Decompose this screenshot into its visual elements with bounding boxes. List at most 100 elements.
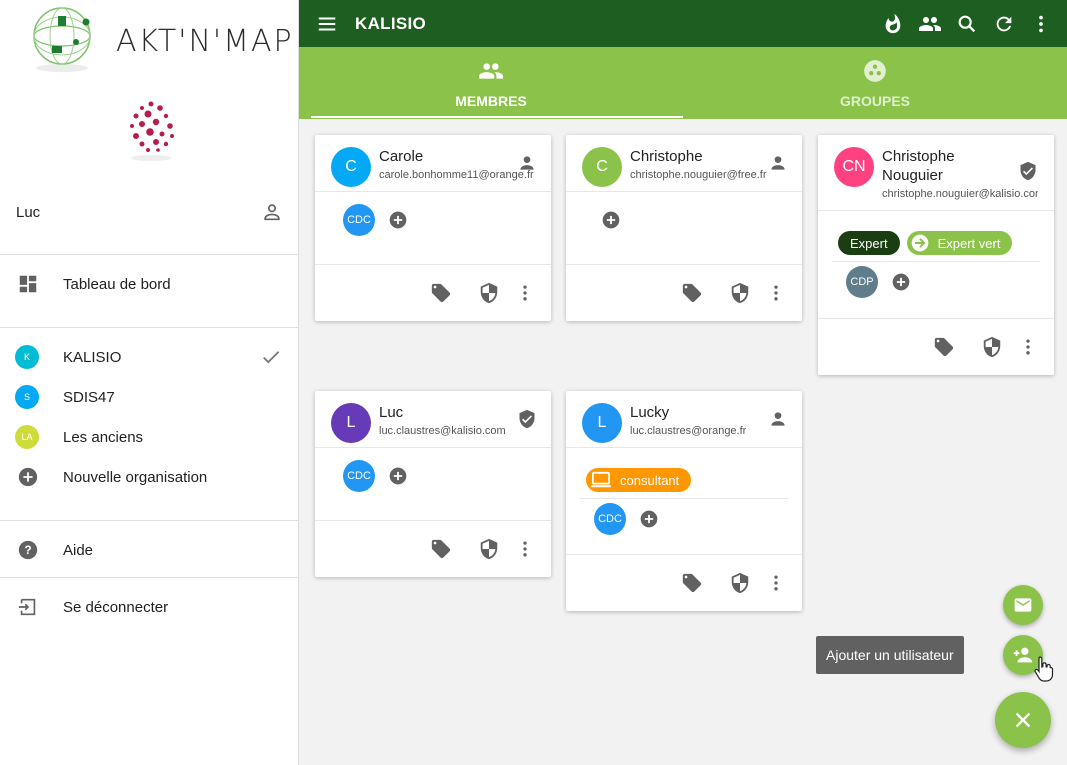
- member-card: CN Christophe Nouguier christophe.nougui…: [818, 135, 1054, 375]
- menu-item-new-organisation[interactable]: Nouvelle organisation: [0, 457, 299, 497]
- invite-by-email-button[interactable]: [1003, 585, 1043, 625]
- org-avatar: LA: [15, 425, 39, 449]
- more-vert-icon[interactable]: [1016, 337, 1040, 357]
- shield-icon[interactable]: [465, 538, 513, 560]
- add-group-icon[interactable]: [388, 466, 408, 486]
- people-icon[interactable]: [911, 12, 948, 36]
- shield-icon[interactable]: [968, 336, 1016, 358]
- dashboard-icon: [0, 273, 63, 295]
- card-actions: [315, 520, 551, 577]
- member-name: Christophe Nouguier: [882, 148, 955, 184]
- tag-icon[interactable]: [668, 572, 716, 594]
- tags-row: consultant: [566, 448, 802, 492]
- group-badge[interactable]: CDC: [594, 503, 626, 535]
- people-icon: [478, 58, 504, 87]
- card-actions: [818, 318, 1054, 375]
- add-circle-icon: [0, 466, 63, 488]
- bubbles-icon: [862, 58, 888, 87]
- arrow-circle-icon: [911, 234, 928, 252]
- member-card: C Carole carole.bonhomme11@orange.fr CDC: [315, 135, 551, 321]
- tag-pill[interactable]: consultant: [586, 468, 692, 492]
- search-icon[interactable]: [948, 13, 985, 35]
- app-name: AKT'N'MAP: [116, 24, 294, 59]
- org-avatar: K: [15, 345, 39, 369]
- group-badge[interactable]: CDP: [846, 266, 878, 298]
- menu-item-label: Aide: [63, 541, 94, 559]
- org-item-kalisio[interactable]: K KALISIO: [0, 337, 299, 377]
- tag-icon[interactable]: [417, 538, 465, 560]
- fire-icon[interactable]: [874, 13, 911, 35]
- divider: [0, 577, 299, 578]
- close-fab-button[interactable]: [995, 692, 1051, 748]
- organisation-logo-icon: [130, 101, 174, 161]
- tag-pill[interactable]: Expert: [838, 231, 900, 255]
- help-icon: ?: [0, 539, 63, 561]
- menu-item-label: Tableau de bord: [63, 275, 171, 293]
- group-badge[interactable]: CDC: [343, 204, 375, 236]
- close-icon: [1015, 712, 1031, 728]
- tag-icon[interactable]: [920, 336, 968, 358]
- shield-icon[interactable]: [716, 282, 764, 304]
- check-icon: [251, 346, 291, 368]
- person-icon: [768, 153, 788, 178]
- sidebar: AKT'N'MAP Luc Tableau de bord K KALISIO: [0, 0, 299, 765]
- org-item-les-anciens[interactable]: LA Les anciens: [0, 417, 299, 457]
- org-label: KALISIO: [63, 348, 122, 366]
- menu-item-dashboard[interactable]: Tableau de bord: [0, 264, 299, 304]
- groups-row: CDC: [315, 192, 551, 236]
- person-add-icon: [1013, 647, 1033, 663]
- more-vert-icon[interactable]: [1022, 13, 1059, 35]
- refresh-icon[interactable]: [985, 13, 1022, 35]
- menu-item-label: Se déconnecter: [63, 598, 169, 616]
- card-header: C Carole carole.bonhomme11@orange.fr: [315, 135, 551, 192]
- org-label: SDIS47: [63, 388, 115, 406]
- tag-pill[interactable]: Expert vert: [906, 231, 1013, 255]
- add-group-icon[interactable]: [388, 210, 408, 230]
- member-name: Lucky: [630, 404, 670, 421]
- member-name: Carole: [379, 148, 424, 165]
- member-card: L Lucky luc.claustres@orange.fr consulta…: [566, 391, 802, 611]
- shield-icon[interactable]: [716, 572, 764, 594]
- menu-item-logout[interactable]: Se déconnecter: [0, 587, 299, 627]
- page-title: KALISIO: [355, 13, 427, 33]
- tab-bar: MEMBRES GROUPES: [299, 47, 1067, 119]
- tag-icon[interactable]: [417, 282, 465, 304]
- menu-item-help[interactable]: ? Aide: [0, 530, 299, 570]
- menu-item-label: Nouvelle organisation: [63, 468, 208, 486]
- tab-membres[interactable]: MEMBRES: [299, 47, 683, 119]
- avatar: C: [582, 147, 622, 187]
- person-icon: [768, 409, 788, 434]
- shield-icon[interactable]: [465, 282, 513, 304]
- member-email: christophe.nouguier@free.fr: [630, 169, 767, 181]
- groups-row: CDP: [818, 262, 1054, 298]
- avatar: L: [331, 403, 371, 443]
- member-email: luc.claustres@orange.fr: [630, 425, 747, 437]
- add-group-icon[interactable]: [601, 210, 621, 230]
- hand-cursor-icon: [1034, 656, 1054, 682]
- more-vert-icon[interactable]: [513, 283, 537, 303]
- more-vert-icon[interactable]: [764, 283, 788, 303]
- tab-groupes[interactable]: GROUPES: [683, 47, 1067, 119]
- person-outline-icon[interactable]: [261, 201, 283, 223]
- app-logo: AKT'N'MAP: [30, 2, 292, 74]
- org-item-sdis47[interactable]: S SDIS47: [0, 377, 299, 417]
- more-vert-icon[interactable]: [764, 573, 788, 593]
- add-group-icon[interactable]: [639, 509, 659, 529]
- top-bar: KALISIO: [299, 0, 1067, 47]
- user-row[interactable]: Luc: [0, 190, 299, 234]
- person-icon: [517, 153, 537, 178]
- group-badge[interactable]: CDC: [343, 460, 375, 492]
- globe-logo-icon: [33, 7, 91, 72]
- card-actions: [566, 264, 802, 321]
- divider: [0, 254, 299, 255]
- more-vert-icon[interactable]: [513, 539, 537, 559]
- svg-text:?: ?: [24, 543, 31, 557]
- verified-shield-icon: [1018, 161, 1038, 186]
- user-name: Luc: [16, 203, 41, 221]
- tag-icon[interactable]: [668, 282, 716, 304]
- member-card: C Christophe christophe.nouguier@free.fr: [566, 135, 802, 321]
- card-actions: [566, 554, 802, 611]
- add-group-icon[interactable]: [891, 272, 911, 292]
- menu-icon[interactable]: [299, 13, 355, 35]
- tag-label: Expert vert: [937, 235, 1001, 251]
